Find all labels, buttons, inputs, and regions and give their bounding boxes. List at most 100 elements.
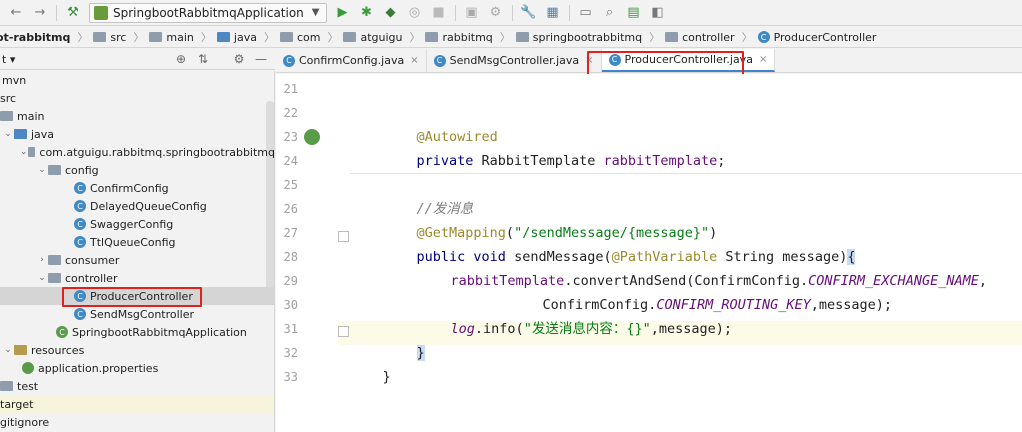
terminal-icon[interactable]: ▭	[576, 3, 596, 23]
project-structure-icon[interactable]: ▦	[543, 3, 563, 23]
main-toolbar: ← → ⚒ SpringbootRabbitmqApplication ▼ ▶ …	[0, 0, 1022, 26]
breadcrumb-producer-controller[interactable]: C ProducerController	[756, 31, 881, 44]
tree-item-springboot-application[interactable]: C SpringbootRabbitmqApplication	[0, 323, 274, 341]
tree-item-test[interactable]: test	[0, 377, 274, 395]
toolbar-divider	[511, 4, 513, 21]
run-icon[interactable]: ▶	[333, 3, 353, 23]
toolbar-divider	[568, 4, 570, 21]
class-icon: C	[74, 236, 86, 248]
chevron-down-icon[interactable]: ⌄	[2, 345, 14, 355]
fold-marker-icon[interactable]	[338, 231, 349, 242]
locate-icon[interactable]: ⊕	[172, 50, 190, 68]
tree-item-controller[interactable]: ⌄ controller	[0, 269, 274, 287]
chevron-down-icon[interactable]: ⌄	[20, 147, 28, 157]
tree-item-delayed-queue-config[interactable]: C DelayedQueueConfig	[0, 197, 274, 215]
close-icon[interactable]: ×	[759, 54, 767, 65]
line-number: 29	[283, 274, 298, 288]
breadcrumb-springbootrabbitmq[interactable]: springbootrabbitmq	[514, 31, 646, 44]
tab-send-msg-controller[interactable]: C SendMsgController.java ×	[427, 49, 602, 72]
breadcrumb-project[interactable]: ot-rabbitmq	[0, 31, 74, 44]
class-icon: C	[74, 182, 86, 194]
folder-icon	[0, 381, 13, 391]
tree-item-gitignore[interactable]: gitignore	[0, 413, 274, 431]
tree-item-swagger-config[interactable]: C SwaggerConfig	[0, 215, 274, 233]
folder-icon	[279, 32, 293, 42]
resources-folder-icon	[14, 345, 27, 355]
project-view-selector[interactable]: t ▾	[0, 53, 170, 66]
tree-item-package[interactable]: ⌄ com.atguigu.rabbitmq.springbootrabbitm…	[0, 143, 274, 161]
spring-boot-icon	[94, 5, 108, 20]
project-panel-header: t ▾ ⊕ ⇅ ⚙ —	[0, 49, 275, 70]
code-editor[interactable]: 21 22 23 24 25 26 27 28 29 30 31 32 33 @…	[276, 74, 1022, 432]
coverage-icon[interactable]: ◆	[381, 3, 401, 23]
tree-item-mvn[interactable]: mvn	[0, 71, 274, 89]
tree-item-ttl-queue-config[interactable]: C TtlQueueConfig	[0, 233, 274, 251]
project-tree: mvn src main ⌄ java ⌄ com.atguigu.rabbit…	[0, 71, 275, 432]
tree-item-send-msg-controller[interactable]: C SendMsgController	[0, 305, 274, 323]
breadcrumb-com[interactable]: com	[278, 31, 325, 44]
tree-item-confirm-config[interactable]: C ConfirmConfig	[0, 179, 274, 197]
hide-panel-icon[interactable]: —	[252, 50, 270, 68]
folder-icon	[216, 32, 230, 42]
profile-icon[interactable]: ◎	[405, 3, 425, 23]
plugins-icon[interactable]: ◧	[648, 3, 668, 23]
chevron-down-icon[interactable]: ⌄	[2, 129, 14, 139]
stop-icon[interactable]: ■	[429, 3, 449, 23]
spring-bean-icon[interactable]	[304, 129, 320, 145]
tab-confirm-config[interactable]: C ConfirmConfig.java ×	[276, 49, 427, 72]
debug-icon[interactable]: ✱	[357, 3, 377, 23]
line-number: 28	[283, 250, 298, 264]
spring-boot-class-icon: C	[56, 326, 68, 338]
breadcrumb-java[interactable]: java	[215, 31, 261, 44]
run-configuration-select[interactable]: SpringbootRabbitmqApplication ▼	[89, 2, 327, 23]
tree-item-src[interactable]: src	[0, 89, 274, 107]
folder-icon	[665, 32, 679, 42]
breadcrumb-atguigu[interactable]: atguigu	[341, 31, 406, 44]
build-hammer-icon[interactable]: ⚒	[63, 3, 83, 23]
breadcrumb-rabbitmq[interactable]: rabbitmq	[423, 31, 496, 44]
code-line-28: rabbitTemplate.convertAndSend(ConfirmCon…	[450, 273, 987, 289]
folder-icon	[425, 32, 439, 42]
build-project-icon[interactable]: ⚙	[486, 3, 506, 23]
breadcrumb-separator: 〉	[77, 31, 89, 44]
collapse-all-icon[interactable]: ⇅	[194, 50, 212, 68]
breadcrumb-separator: 〉	[741, 31, 753, 44]
class-icon: C	[74, 308, 86, 320]
chevron-down-icon[interactable]: ⌄	[36, 165, 48, 175]
breadcrumb-src[interactable]: src	[91, 31, 130, 44]
gear-icon[interactable]: ⚙	[230, 50, 248, 68]
navigation-breadcrumb: ot-rabbitmq 〉 src 〉 main 〉 java 〉 com 〉 …	[0, 27, 1022, 48]
tree-item-main[interactable]: main	[0, 107, 274, 125]
forward-icon[interactable]: →	[30, 3, 50, 23]
tree-item-resources[interactable]: ⌄ resources	[0, 341, 274, 359]
fold-marker-icon[interactable]	[338, 326, 349, 337]
wrench-settings-icon[interactable]: 🔧	[519, 3, 539, 23]
breadcrumb-separator: 〉	[200, 31, 212, 44]
breadcrumb-controller[interactable]: controller	[663, 31, 738, 44]
chevron-down-icon[interactable]: ⌄	[36, 273, 48, 283]
tree-item-config[interactable]: ⌄ config	[0, 161, 274, 179]
code-line-30: log.info("发送消息内容：{}",message);	[450, 321, 732, 337]
vcs-icon[interactable]: ▤	[624, 3, 644, 23]
run-configuration-label: SpringbootRabbitmqApplication	[113, 5, 304, 20]
folder-icon	[93, 32, 107, 42]
breadcrumb-separator: 〉	[133, 31, 145, 44]
line-number: 23	[283, 130, 298, 144]
tree-item-consumer[interactable]: › consumer	[0, 251, 274, 269]
tree-item-application-properties[interactable]: application.properties	[0, 359, 274, 377]
search-icon[interactable]: ⌕	[600, 3, 620, 23]
code-line-25: //发消息	[416, 201, 474, 217]
line-number: 21	[283, 82, 298, 96]
toolbar-divider	[454, 4, 456, 21]
chevron-right-icon[interactable]: ›	[36, 255, 48, 265]
attach-debugger-icon[interactable]: ▣	[462, 3, 482, 23]
breadcrumb-main[interactable]: main	[147, 31, 197, 44]
close-icon[interactable]: ×	[410, 55, 418, 66]
class-icon: C	[74, 218, 86, 230]
tree-item-java[interactable]: ⌄ java	[0, 125, 274, 143]
package-icon	[27, 147, 36, 157]
tree-item-target[interactable]: target	[0, 395, 274, 413]
back-icon[interactable]: ←	[6, 3, 26, 23]
chevron-down-icon: ▼	[311, 7, 320, 18]
folder-icon	[48, 273, 61, 283]
